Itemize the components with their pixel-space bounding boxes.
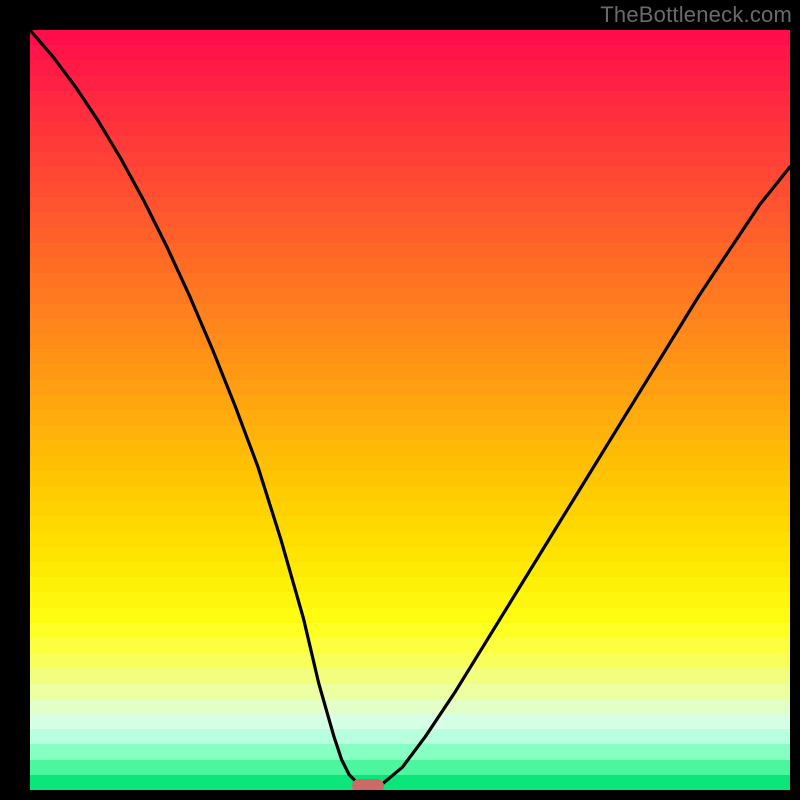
plot-area (30, 30, 790, 790)
watermark-text: TheBottleneck.com (600, 2, 792, 28)
chart-frame: TheBottleneck.com (0, 0, 800, 800)
bottleneck-curve (30, 30, 790, 790)
optimum-marker (352, 779, 384, 790)
